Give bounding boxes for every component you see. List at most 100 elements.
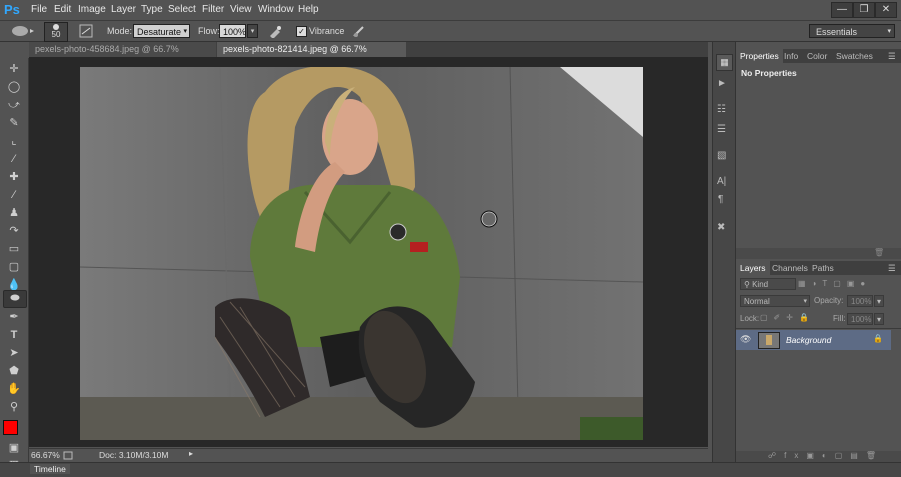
eyedropper-tool-icon[interactable]: ⁄: [6, 152, 22, 166]
workspace-switcher[interactable]: Essentials ▾: [809, 24, 895, 38]
tab-swatches[interactable]: Swatches: [836, 49, 873, 63]
lock-label: Lock:: [740, 314, 760, 323]
chevron-down-icon: ▾: [803, 298, 807, 305]
menu-window[interactable]: Window: [258, 4, 294, 15]
tab-channels[interactable]: Channels: [772, 261, 808, 275]
panel-menu-icon[interactable]: ☰: [888, 49, 896, 63]
menu-file[interactable]: File: [31, 4, 47, 15]
quick-mask-icon[interactable]: ▣: [6, 441, 22, 455]
brush-preset-picker[interactable]: 50: [44, 22, 68, 42]
mode-select[interactable]: Desaturate ▾: [133, 24, 190, 38]
sponge-tool-icon[interactable]: [10, 25, 36, 37]
properties-tabs: Properties Info Color Swatches ☰: [736, 49, 901, 63]
panel-menu-icon[interactable]: ☰: [888, 261, 896, 275]
menu-select[interactable]: Select: [168, 4, 196, 15]
close-icon[interactable]: ✕: [875, 2, 897, 18]
status-bar: 66.67% Doc: 3.10M/3.10M ▸: [29, 448, 708, 462]
sponge-tool-icon[interactable]: ⬬: [3, 290, 27, 308]
menu-bar: Ps File Edit Image Layer Type Select Fil…: [0, 0, 901, 21]
history-brush-tool-icon[interactable]: ↷: [6, 224, 22, 238]
type-tool-icon[interactable]: T: [6, 328, 22, 342]
thumbnail-figure: [766, 335, 772, 345]
paragraph-panel-icon[interactable]: ¶: [718, 194, 723, 205]
eraser-tool-icon[interactable]: ▭: [6, 242, 22, 256]
vibrance-checkbox[interactable]: ✓: [296, 26, 307, 37]
path-selection-tool-icon[interactable]: ➤: [6, 346, 22, 360]
menu-type[interactable]: Type: [141, 4, 163, 15]
marquee-tool-icon[interactable]: ◯: [6, 80, 22, 94]
tab-document-2[interactable]: pexels-photo-821414.jpeg @ 66.7% (RGB/8*…: [217, 42, 406, 69]
tab-layers[interactable]: Layers: [736, 261, 770, 275]
brush-panel-icon[interactable]: [79, 24, 93, 38]
layer-actions-icons[interactable]: ☍fx▣◐▢▤🗑: [768, 451, 884, 460]
layer-row[interactable]: 👁 Background 🔒: [736, 330, 891, 350]
lock-icons[interactable]: ▢✐✛🔒: [760, 313, 815, 322]
move-tool-icon[interactable]: ✛: [6, 62, 22, 76]
status-menu-arrow-icon[interactable]: ▸: [189, 449, 193, 458]
blend-mode-select[interactable]: Normal ▾: [740, 295, 810, 307]
layer-name: Background: [786, 335, 832, 345]
hand-tool-icon[interactable]: ✋: [6, 382, 22, 396]
layer-filter-kind[interactable]: ⚲ Kind: [740, 278, 796, 290]
search-icon: ⚲: [744, 280, 753, 289]
pressure-size-icon[interactable]: [352, 24, 366, 38]
tab-info[interactable]: Info: [784, 49, 798, 63]
toolbox: ✛ ◯ ⤻ ✎ ⌞ ⁄ ✚ ∕ ♟ ↷ ▭ ▢ 💧 ⬬ ✒ T ➤ ⬟ ✋ ⚲ …: [0, 58, 29, 476]
document-image[interactable]: [80, 67, 643, 440]
tab-properties[interactable]: Properties: [736, 49, 783, 63]
menu-layer[interactable]: Layer: [111, 4, 136, 15]
menu-image[interactable]: Image: [78, 4, 106, 15]
menu-view[interactable]: View: [230, 4, 252, 15]
fill-input[interactable]: 100%: [847, 313, 873, 325]
options-bar: 50 Mode: Desaturate ▾ Flow: 100% ▾ ✓ Vib…: [0, 21, 901, 42]
zoom-tool-icon[interactable]: ⚲: [6, 400, 22, 414]
history-panel-icon[interactable]: ▦: [716, 54, 733, 71]
layer-filter-icons[interactable]: ▦◑T▢▣●: [798, 279, 871, 288]
restore-icon[interactable]: ❐: [853, 2, 875, 18]
opacity-dropdown-arrow[interactable]: ▾: [874, 295, 884, 307]
foreground-color-swatch[interactable]: [3, 420, 18, 435]
collapsed-panels-column: ▦ ► ☷ ☰ ▧ A| ¶ ✖: [712, 42, 736, 462]
menu-filter[interactable]: Filter: [202, 4, 224, 15]
divider: [736, 328, 901, 329]
flow-dropdown-arrow[interactable]: ▾: [247, 24, 258, 38]
flow-label: Flow:: [198, 26, 220, 36]
healing-brush-tool-icon[interactable]: ✚: [6, 170, 22, 184]
crop-tool-icon[interactable]: ⌞: [6, 134, 22, 148]
layer-thumbnail: [758, 332, 780, 349]
tool-presets-icon[interactable]: ✖: [717, 222, 725, 233]
tab-paths[interactable]: Paths: [812, 261, 834, 275]
trash-icon[interactable]: 🗑: [874, 248, 884, 257]
shape-tool-icon[interactable]: ⬟: [6, 364, 22, 378]
actions-panel-icon[interactable]: ►: [717, 78, 727, 89]
character-panel-icon[interactable]: A|: [717, 176, 726, 187]
minimize-icon[interactable]: —: [831, 2, 853, 18]
lasso-tool-icon[interactable]: ⤻: [6, 98, 22, 112]
layers-panel: Layers Channels Paths ☰ ⚲ Kind ▦◑T▢▣● No…: [735, 261, 901, 462]
mode-select-value: Desaturate: [137, 27, 182, 37]
brush-size: 50: [51, 30, 61, 39]
styles-panel-icon[interactable]: ☰: [717, 124, 726, 135]
flow-input[interactable]: 100%: [219, 24, 246, 38]
brush-tool-icon[interactable]: ∕: [6, 188, 22, 202]
clone-stamp-tool-icon[interactable]: ♟: [6, 206, 22, 220]
zoom-level[interactable]: 66.67%: [31, 450, 60, 460]
airbrush-icon[interactable]: [268, 24, 282, 38]
tab-document-1[interactable]: pexels-photo-458684.jpeg @ 66.7% (RGB/8)…: [29, 42, 216, 69]
gradient-tool-icon[interactable]: ▢: [6, 260, 22, 274]
brushes-panel-icon[interactable]: ▧: [717, 150, 726, 161]
export-icon[interactable]: [63, 451, 73, 460]
pen-tool-icon[interactable]: ✒: [6, 310, 22, 324]
fill-dropdown-arrow[interactable]: ▾: [874, 313, 884, 325]
quick-selection-tool-icon[interactable]: ✎: [6, 116, 22, 130]
menu-help[interactable]: Help: [298, 4, 319, 15]
blend-mode-value: Normal: [744, 297, 770, 306]
menu-edit[interactable]: Edit: [54, 4, 71, 15]
timeline-tab[interactable]: Timeline: [30, 464, 70, 474]
tab-color[interactable]: Color: [807, 49, 827, 63]
adjustments-panel-icon[interactable]: ☷: [717, 104, 726, 115]
fill-label: Fill:: [833, 314, 846, 323]
properties-panel: Properties Info Color Swatches ☰ No Prop…: [735, 49, 901, 259]
opacity-input[interactable]: 100%: [847, 295, 873, 307]
visibility-eye-icon[interactable]: 👁: [740, 334, 751, 345]
